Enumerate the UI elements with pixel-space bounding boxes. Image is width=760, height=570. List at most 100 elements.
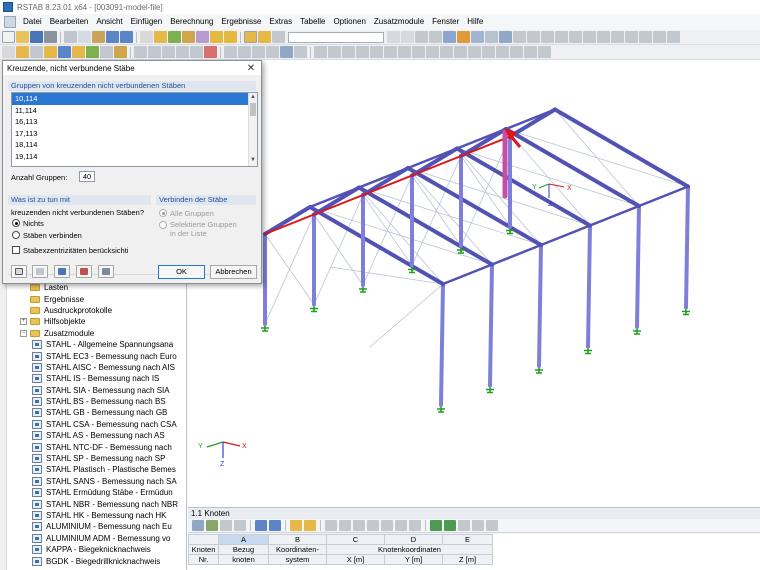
last-row-icon[interactable] xyxy=(269,520,281,531)
load-case-combo[interactable] xyxy=(288,31,384,43)
render-mode-icon[interactable] xyxy=(384,46,397,58)
menu-zusatzmodule[interactable]: Zusatzmodule xyxy=(370,14,428,30)
color-icon[interactable] xyxy=(280,46,293,58)
transparent-icon[interactable] xyxy=(426,46,439,58)
tree-item-module[interactable]: STAHL NTC-DF - Bemessung nach xyxy=(10,441,185,452)
visibility-icon[interactable] xyxy=(224,46,237,58)
renumber-icon[interactable] xyxy=(409,520,421,531)
tree-item-module[interactable]: STAHL GB - Bemessung nach GB xyxy=(10,407,185,418)
scroll-down-icon[interactable]: ▼ xyxy=(250,157,256,163)
member-new-icon[interactable] xyxy=(72,46,85,58)
values-icon[interactable] xyxy=(429,31,442,43)
column-header-e[interactable]: E xyxy=(442,534,493,545)
deformation-icon[interactable] xyxy=(443,31,456,43)
copy-icon[interactable] xyxy=(78,31,91,43)
formula-icon[interactable] xyxy=(472,520,484,531)
list-item[interactable]: 16,113 xyxy=(12,116,257,128)
node-icon[interactable] xyxy=(140,31,153,43)
menu-optionen[interactable]: Optionen xyxy=(329,14,369,30)
animate-icon[interactable] xyxy=(496,46,509,58)
edit-button[interactable] xyxy=(32,265,48,278)
expand-icon[interactable]: + xyxy=(20,318,27,326)
wire-icon[interactable] xyxy=(398,46,411,58)
tree-item-module[interactable]: STAHL SP - Bemessung nach SP xyxy=(10,453,185,464)
radio-selected-groups-label-2[interactable]: in der Liste xyxy=(170,229,207,238)
list-item[interactable]: 10,114 xyxy=(12,93,257,105)
view-z-icon[interactable] xyxy=(611,31,624,43)
dimension-icon[interactable] xyxy=(238,46,251,58)
pointer-icon[interactable] xyxy=(2,46,15,58)
filter-rows-icon[interactable] xyxy=(290,520,302,531)
tree-item-module[interactable]: STAHL BS - Bemessung nach BS xyxy=(10,396,185,407)
list-item[interactable]: 17,113 xyxy=(12,128,257,140)
tree-item-module[interactable]: STAHL AS - Bemessung nach AS xyxy=(10,430,185,441)
sort-icon[interactable] xyxy=(395,520,407,531)
settings-icon[interactable] xyxy=(538,46,551,58)
radio-all-groups-label[interactable]: Alle Gruppen xyxy=(170,209,214,218)
menu-extras[interactable]: Extras xyxy=(265,14,296,30)
isometric-icon[interactable] xyxy=(625,31,638,43)
move-icon[interactable] xyxy=(148,46,161,58)
radio-selected-groups[interactable] xyxy=(159,221,167,229)
view-x-icon[interactable] xyxy=(583,31,596,43)
structural-model[interactable]: X Y Z X Y Z xyxy=(188,60,760,507)
tree-item-module[interactable]: ALUMINIUM ADM - Bemessung vo xyxy=(10,533,185,544)
excel-export-icon[interactable] xyxy=(430,520,442,531)
texture-icon[interactable] xyxy=(482,46,495,58)
line-icon[interactable] xyxy=(58,46,71,58)
shadow-icon[interactable] xyxy=(468,46,481,58)
solid-icon[interactable] xyxy=(412,46,425,58)
cancel-button[interactable]: Abbrechen xyxy=(210,265,257,279)
tree-item-module[interactable]: STAHL - Allgemeine Spannungsana xyxy=(10,339,185,350)
zoom-icon[interactable] xyxy=(541,31,554,43)
table-edit-icon[interactable] xyxy=(192,520,204,531)
tree-item-module[interactable]: BGDK - Biegedrillknicknachweis xyxy=(10,555,185,566)
help-button[interactable] xyxy=(11,265,27,278)
perspective-icon[interactable] xyxy=(440,46,453,58)
tree-item-ergebnisse[interactable]: Ergebnisse xyxy=(10,293,185,304)
tree-item-module[interactable]: KAPPA - Biegeknicknachweis xyxy=(10,544,185,555)
eccentricity-checkbox[interactable] xyxy=(12,246,20,254)
hinge-icon[interactable] xyxy=(100,46,113,58)
rotate-icon[interactable] xyxy=(569,31,582,43)
table-excel-icon[interactable] xyxy=(234,520,246,531)
tree-item-module[interactable]: STAHL NBR - Bemessung nach NBR xyxy=(10,498,185,509)
list-scrollbar[interactable]: ▲ ▼ xyxy=(248,93,257,166)
document-icon[interactable] xyxy=(4,16,16,28)
tree-item-module[interactable]: STAHL HK - Bemessung nach HK xyxy=(10,510,185,521)
move-up-icon[interactable] xyxy=(367,520,379,531)
check-icon[interactable] xyxy=(314,46,327,58)
radio-all-groups[interactable] xyxy=(159,209,167,217)
load-new-icon[interactable] xyxy=(114,46,127,58)
node-new-icon[interactable] xyxy=(44,46,57,58)
column-header-a[interactable]: A xyxy=(218,534,269,545)
view-button[interactable] xyxy=(54,265,70,278)
model-check-icon[interactable] xyxy=(328,46,341,58)
column-header-c[interactable]: C xyxy=(326,534,385,545)
sync-icon[interactable] xyxy=(304,520,316,531)
divide-icon[interactable] xyxy=(176,46,189,58)
load-icon[interactable] xyxy=(182,31,195,43)
display-icon[interactable] xyxy=(471,31,484,43)
tree-item-module[interactable]: STAHL Ermüdung Stäbe - Ermüdun xyxy=(10,487,185,498)
light-icon[interactable] xyxy=(454,46,467,58)
member-icon[interactable] xyxy=(154,31,167,43)
eccentricity-label[interactable]: Stabexzentrizitäten berücksichti xyxy=(23,246,143,255)
paste-icon[interactable] xyxy=(92,31,105,43)
table-close-icon[interactable] xyxy=(486,520,498,531)
tree-item-module[interactable]: STAHL SANS - Bemessung nach SA xyxy=(10,476,185,487)
radio-nothing[interactable] xyxy=(12,219,20,227)
cursor-icon[interactable] xyxy=(342,46,355,58)
cross-icon[interactable] xyxy=(639,31,652,43)
ruler-icon[interactable] xyxy=(513,31,526,43)
support-icon[interactable] xyxy=(168,31,181,43)
connect-icon[interactable] xyxy=(190,46,203,58)
tree-item-module[interactable]: STAHL EC3 - Bemessung nach Euro xyxy=(10,350,185,361)
frame-icon[interactable] xyxy=(653,31,666,43)
menu-datei[interactable]: Datei xyxy=(19,14,46,30)
pan-icon[interactable] xyxy=(555,31,568,43)
previous-icon[interactable] xyxy=(387,31,400,43)
menu-einfuegen[interactable]: Einfügen xyxy=(127,14,167,30)
guide-icon[interactable] xyxy=(266,46,279,58)
section-icon[interactable] xyxy=(196,31,209,43)
